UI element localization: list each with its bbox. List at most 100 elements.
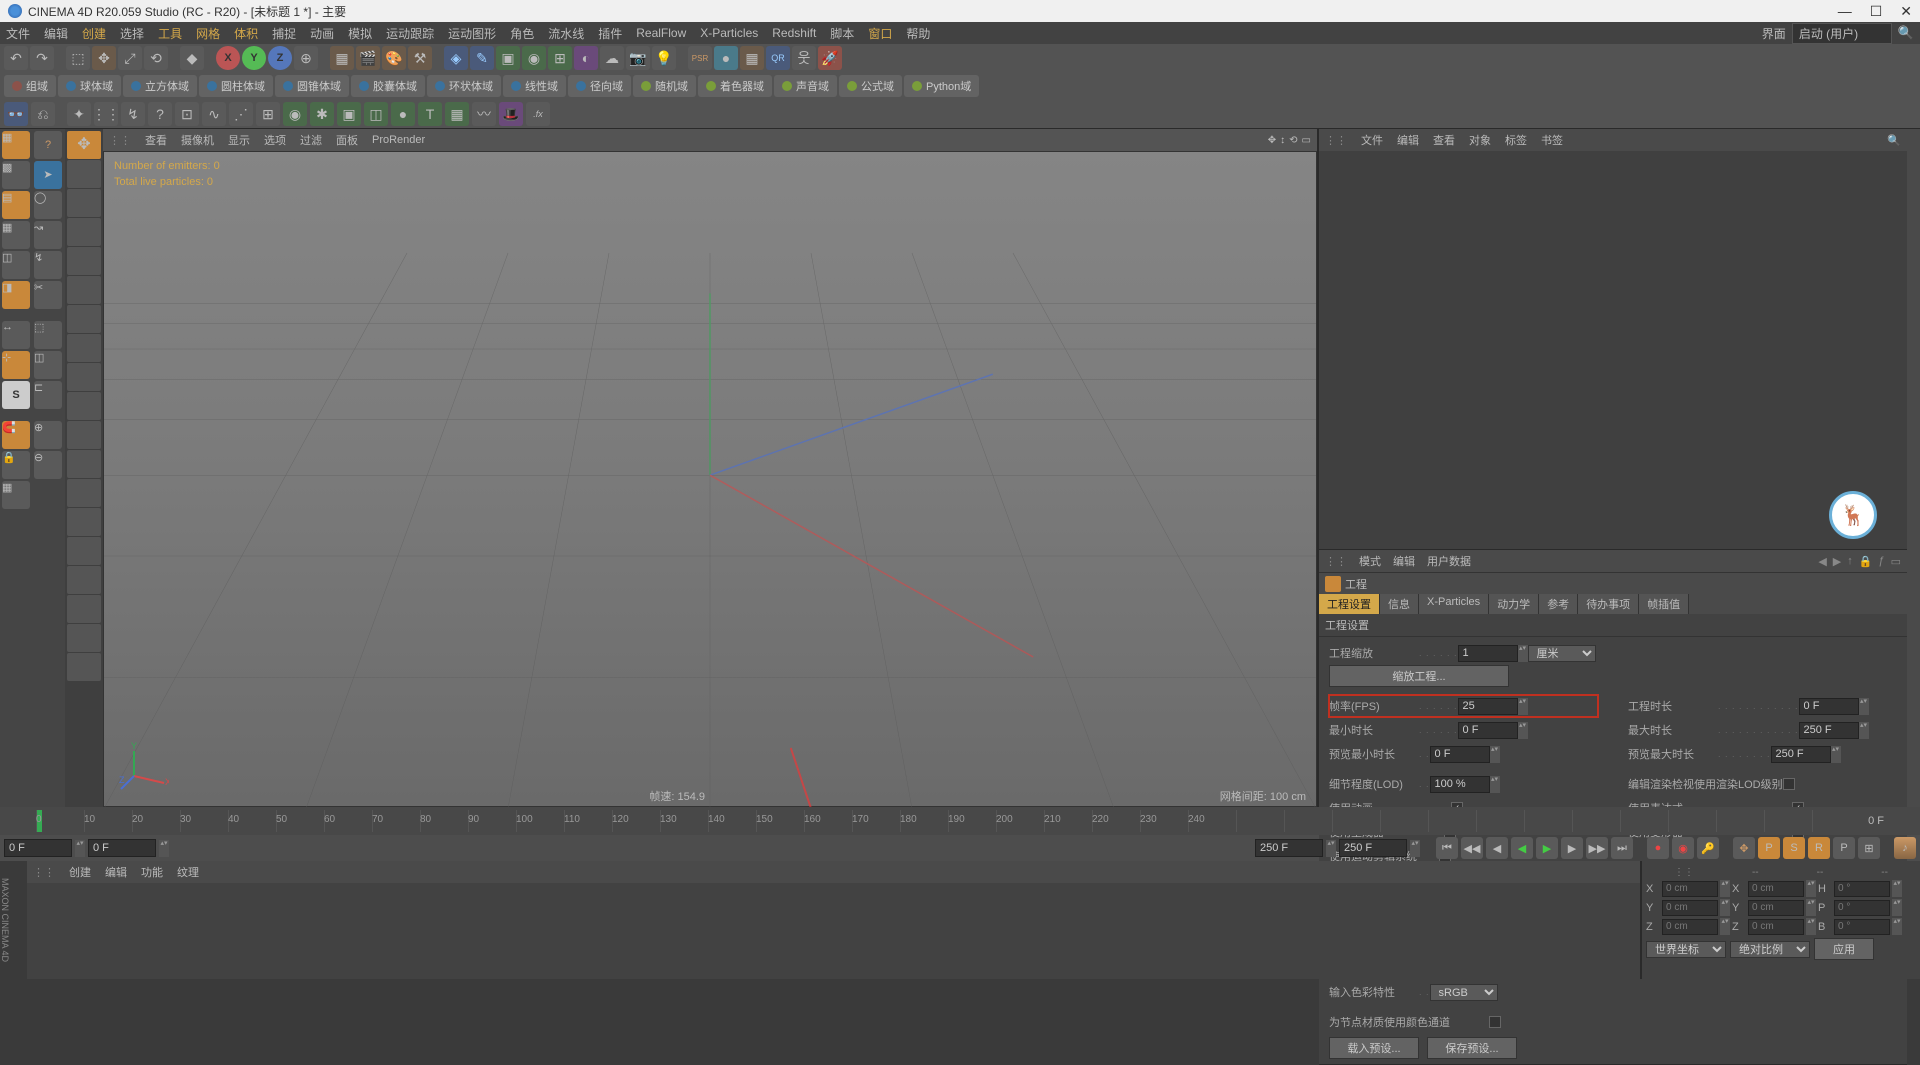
search-icon[interactable]: 🔍 bbox=[1898, 25, 1914, 41]
attr-menu[interactable]: 模式 bbox=[1359, 553, 1381, 569]
frame-start-input[interactable] bbox=[4, 839, 72, 857]
frame-current-input[interactable] bbox=[88, 839, 156, 857]
select-tool[interactable]: ⬚ bbox=[66, 46, 90, 70]
extrude-tool[interactable]: ⬚ bbox=[34, 321, 62, 349]
undo-button[interactable]: ↶ bbox=[4, 46, 28, 70]
rotate-tool[interactable]: ⟲ bbox=[144, 46, 168, 70]
menu-item[interactable]: 创建 bbox=[82, 25, 106, 42]
vp-nav-icon[interactable]: ↕ bbox=[1280, 135, 1285, 146]
max-time-input[interactable] bbox=[1799, 722, 1859, 739]
rot-b-input[interactable] bbox=[1834, 919, 1890, 935]
y-axis-lock[interactable]: Y bbox=[242, 46, 266, 70]
vp-menu-item[interactable]: 面板 bbox=[336, 132, 358, 148]
character-icon[interactable]: 웃 bbox=[792, 46, 816, 70]
help-icon[interactable]: ? bbox=[34, 131, 62, 159]
palette-btn[interactable] bbox=[67, 653, 101, 681]
tab-project-settings[interactable]: 工程设置 bbox=[1319, 594, 1380, 614]
proj-length-input[interactable] bbox=[1799, 698, 1859, 715]
next-frame-button[interactable]: ▶ bbox=[1561, 837, 1583, 859]
axis-move-icon[interactable]: ✥ bbox=[1733, 837, 1755, 859]
menu-item[interactable]: 角色 bbox=[510, 25, 534, 42]
rot-h-input[interactable] bbox=[1834, 881, 1890, 897]
field-button[interactable]: 胶囊体域 bbox=[351, 75, 425, 97]
prev-frame-button[interactable]: ◀ bbox=[1486, 837, 1508, 859]
deformer[interactable]: ◐ bbox=[574, 46, 598, 70]
pen-tool[interactable]: ✎ bbox=[470, 46, 494, 70]
array-tool[interactable]: ⊞ bbox=[548, 46, 572, 70]
menu-item[interactable]: 帮助 bbox=[906, 25, 930, 42]
poly-mode[interactable]: ◨ bbox=[2, 281, 30, 309]
save-preset-button[interactable]: 保存预设... bbox=[1427, 1037, 1517, 1059]
field-button[interactable]: 声音域 bbox=[774, 75, 837, 97]
vp-menu-item[interactable]: 显示 bbox=[228, 132, 250, 148]
viewport-solo[interactable]: ▦ bbox=[2, 481, 30, 509]
palette-btn[interactable] bbox=[67, 450, 101, 478]
xp-fragmenter[interactable]: ◉ bbox=[283, 102, 307, 126]
mat-tab[interactable]: 创建 bbox=[69, 864, 91, 880]
menu-item[interactable]: 插件 bbox=[598, 25, 622, 42]
vp-menu-item[interactable]: 摄像机 bbox=[181, 132, 214, 148]
attr-menu[interactable]: 用户数据 bbox=[1427, 553, 1471, 569]
xp-group[interactable]: ⊡ bbox=[175, 102, 199, 126]
menu-item[interactable]: 网格 bbox=[196, 25, 220, 42]
key-s-button[interactable]: S bbox=[1783, 837, 1805, 859]
goto-end-button[interactable]: ⏭ bbox=[1611, 837, 1633, 859]
lock-tool[interactable]: 🔒 bbox=[2, 451, 30, 479]
spinner[interactable]: ▴▾ bbox=[1518, 722, 1528, 739]
environment[interactable]: ☁ bbox=[600, 46, 624, 70]
field-button[interactable]: 公式域 bbox=[839, 75, 902, 97]
menu-item[interactable]: 窗口 bbox=[868, 25, 892, 42]
obj-tab[interactable]: 编辑 bbox=[1397, 132, 1419, 148]
right-side-strip[interactable] bbox=[1907, 129, 1920, 807]
vp-nav-icon[interactable]: ✥ bbox=[1268, 135, 1276, 146]
xp-cache-icon[interactable]: ⎌ bbox=[31, 102, 55, 126]
xp-skinner[interactable]: ▣ bbox=[337, 102, 361, 126]
frame-end-input[interactable] bbox=[1255, 839, 1323, 857]
field-button[interactable]: 环状体域 bbox=[427, 75, 501, 97]
palette-btn[interactable] bbox=[67, 508, 101, 536]
pos-x-input[interactable] bbox=[1662, 881, 1718, 897]
field-button[interactable]: 球体域 bbox=[58, 75, 121, 97]
spinner[interactable]: ▴▾ bbox=[1831, 746, 1841, 763]
field-button[interactable]: Python域 bbox=[904, 75, 979, 97]
menu-item[interactable]: 工具 bbox=[158, 25, 182, 42]
coord-system[interactable]: ⊕ bbox=[294, 46, 318, 70]
pos-z-input[interactable] bbox=[1662, 919, 1718, 935]
make-editable[interactable]: ◈ bbox=[444, 46, 468, 70]
field-button[interactable]: 径向域 bbox=[568, 75, 631, 97]
workplane-mode[interactable]: ▤ bbox=[2, 191, 30, 219]
size-y-input[interactable] bbox=[1748, 900, 1804, 916]
menu-item[interactable]: 脚本 bbox=[830, 25, 854, 42]
render-settings[interactable]: ⚒ bbox=[408, 46, 432, 70]
size-z-input[interactable] bbox=[1748, 919, 1804, 935]
menu-item[interactable]: 体积 bbox=[234, 25, 258, 42]
obj-tab[interactable]: 书签 bbox=[1541, 132, 1563, 148]
palette-btn[interactable] bbox=[67, 276, 101, 304]
scale-mode-select[interactable]: 绝对比例 bbox=[1730, 941, 1810, 958]
axis-tool[interactable]: ⊹ bbox=[2, 351, 30, 379]
prev-min-input[interactable] bbox=[1430, 746, 1490, 763]
model-mode[interactable]: ▦ bbox=[2, 131, 30, 159]
director-icon[interactable]: 🎬 bbox=[356, 46, 380, 70]
prev-key-button[interactable]: ◀◀ bbox=[1461, 837, 1483, 859]
size-x-input[interactable] bbox=[1748, 881, 1804, 897]
proj-scale-unit[interactable]: 厘米 bbox=[1528, 645, 1596, 662]
field-button[interactable]: 立方体域 bbox=[123, 75, 197, 97]
palette-btn[interactable] bbox=[67, 595, 101, 623]
mat-tab[interactable]: 功能 bbox=[141, 864, 163, 880]
palette-btn[interactable] bbox=[67, 247, 101, 275]
sphere-icon[interactable]: ● bbox=[714, 46, 738, 70]
qr-icon[interactable]: QR bbox=[766, 46, 790, 70]
xp-text[interactable]: T bbox=[418, 102, 442, 126]
palette-btn[interactable] bbox=[67, 218, 101, 246]
menu-item[interactable]: 流水线 bbox=[548, 25, 584, 42]
input-profile-select[interactable]: sRGB bbox=[1430, 984, 1498, 1001]
palette-btn[interactable] bbox=[67, 392, 101, 420]
vp-menu-item[interactable]: 选项 bbox=[264, 132, 286, 148]
apply-button[interactable]: 应用 bbox=[1814, 938, 1874, 960]
lod-input[interactable] bbox=[1430, 776, 1490, 793]
key-pla-button[interactable]: ⊞ bbox=[1858, 837, 1880, 859]
field-button[interactable]: 线性域 bbox=[503, 75, 566, 97]
attr-menu[interactable]: 编辑 bbox=[1393, 553, 1415, 569]
nav-back-icon[interactable]: ◀ bbox=[1818, 555, 1826, 568]
